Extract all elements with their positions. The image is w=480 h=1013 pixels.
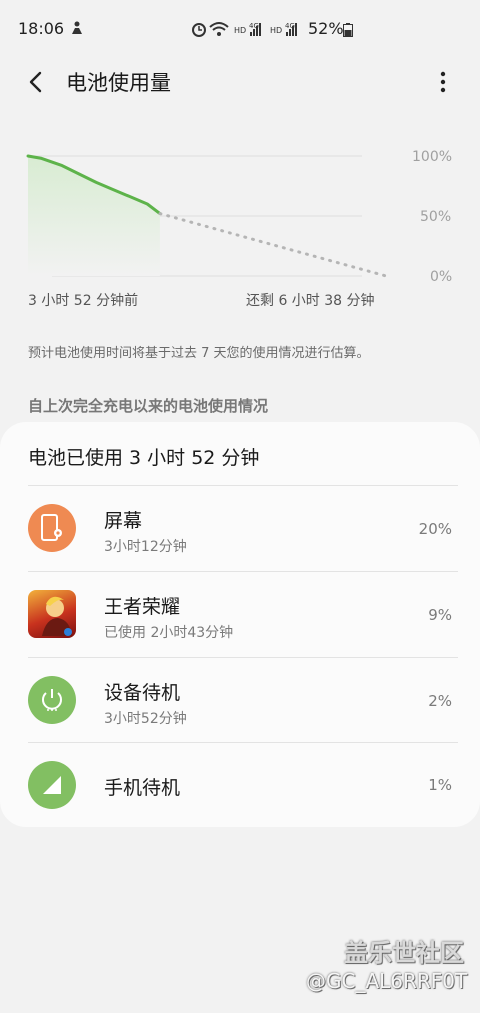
usage-item-device-idle[interactable]: 设备待机 3小时52分钟 2% xyxy=(0,658,480,742)
alarm-icon xyxy=(192,23,206,37)
y-tick-0: 0% xyxy=(430,269,453,285)
svg-text:HD: HD xyxy=(234,26,246,35)
usage-item-percent: 20% xyxy=(418,520,452,538)
projection-line xyxy=(158,212,388,278)
usage-area xyxy=(28,156,160,276)
battery-usage-card: 电池已使用 3 小时 52 分钟 屏幕 3小时12分钟 20% 王者荣耀 已使用… xyxy=(0,422,480,827)
usage-item-subtitle: 已使用 2小时43分钟 xyxy=(104,625,234,641)
svg-text:HD: HD xyxy=(270,26,282,35)
screen-icon xyxy=(28,504,76,552)
status-bar: 18:06 HD 4G HD 4G 52% xyxy=(0,0,480,58)
notification-icon xyxy=(70,20,84,40)
more-options-button[interactable] xyxy=(428,66,458,98)
watermark-community: 盖乐世社区 xyxy=(344,939,464,967)
usage-item-percent: 2% xyxy=(428,692,452,710)
signal-icon xyxy=(28,761,76,809)
battery-percent: 52% xyxy=(308,19,344,38)
game-app-icon xyxy=(28,590,76,638)
app-bar: 电池使用量 xyxy=(0,58,480,106)
x-start-label: 3 小时 52 分钟前 xyxy=(28,293,139,309)
power-icon xyxy=(28,676,76,724)
wifi-icon xyxy=(209,22,229,36)
usage-item-percent: 1% xyxy=(428,776,452,794)
x-end-label: 还剩 6 小时 38 分钟 xyxy=(246,293,375,309)
usage-item-name: 手机待机 xyxy=(104,777,181,799)
usage-item-phone-idle[interactable]: 手机待机 1% xyxy=(0,743,480,827)
usage-item-game[interactable]: 王者荣耀 已使用 2小时43分钟 9% xyxy=(0,572,480,656)
battery-icon xyxy=(343,22,353,41)
y-tick-50: 50% xyxy=(420,209,452,225)
usage-total-title: 电池已使用 3 小时 52 分钟 xyxy=(28,447,260,469)
usage-item-name: 王者荣耀 xyxy=(104,596,181,618)
y-tick-100: 100% xyxy=(412,149,453,165)
back-arrow-icon xyxy=(29,71,42,93)
page-title: 电池使用量 xyxy=(66,71,171,95)
more-vert-icon xyxy=(440,71,446,93)
watermark-handle: @GC_AL6RRF0T xyxy=(306,969,468,993)
section-title: 自上次完全充电以来的电池使用情况 xyxy=(28,397,269,415)
battery-chart xyxy=(26,154,388,278)
usage-item-name: 设备待机 xyxy=(104,682,181,704)
usage-item-percent: 9% xyxy=(428,606,452,624)
usage-item-screen[interactable]: 屏幕 3小时12分钟 20% xyxy=(0,486,480,570)
usage-item-name: 屏幕 xyxy=(104,510,143,532)
status-time: 18:06 xyxy=(18,19,65,38)
usage-item-subtitle: 3小时52分钟 xyxy=(104,711,187,727)
usage-item-subtitle: 3小时12分钟 xyxy=(104,539,187,555)
status-icons: HD 4G HD 4G xyxy=(192,20,304,42)
back-button[interactable] xyxy=(20,66,52,98)
estimate-note: 预计电池使用时间将基于过去 7 天您的使用情况进行估算。 xyxy=(28,346,370,361)
